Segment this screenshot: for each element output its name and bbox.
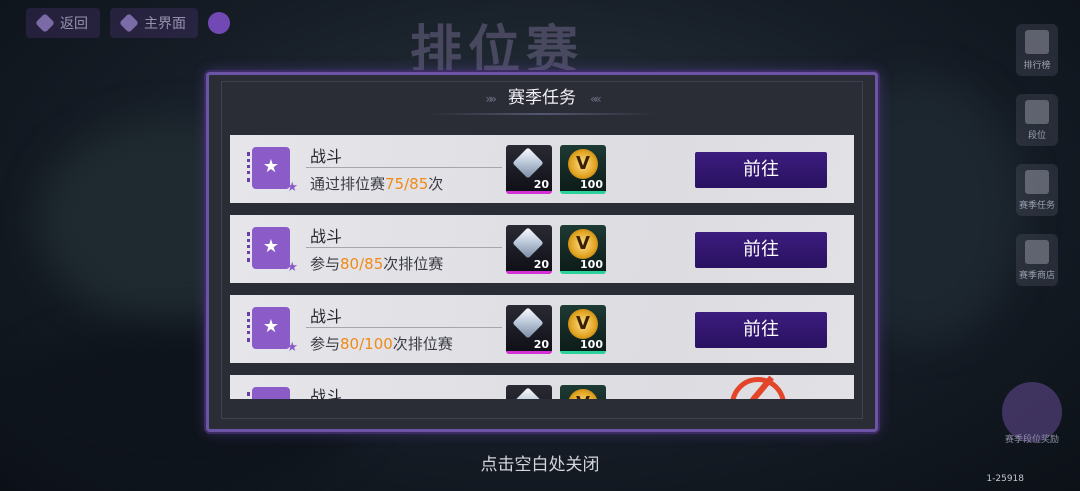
task-desc-prefix: 通过排位赛 [310,175,386,193]
task-description: 参与80/100次排位赛 [310,333,453,354]
medal-reward-count: 100 [580,258,603,271]
task-desc-suffix: 次排位赛 [392,335,453,353]
version-label: 1-25918 [986,474,1024,484]
task-desc-prefix: 参与 [310,335,341,353]
medal-reward-count: 100 [580,178,603,191]
modal-title-text: 赛季任务 [508,88,576,108]
task-divider [306,247,502,248]
task-progress: 75/85 [385,175,429,193]
diamond-reward-count: 20 [533,178,549,191]
diamond-reward[interactable]: 20 [506,305,552,354]
season-tasks-modal: »» 赛季任务 «« ★ ★ 战斗 通过排位赛75/85次 20 V 100 前往 ★ ★… [206,72,878,432]
back-button[interactable]: 返回 [26,8,100,38]
ranking-icon [1025,30,1049,54]
task-description: 参与80/85次排位赛 [310,253,443,274]
diamond-icon [512,387,544,399]
cart-icon [1025,240,1049,264]
task-name: 战斗 [310,307,343,326]
task-name: 战斗 [310,227,343,246]
season-shop-button[interactable]: 赛季商店 [1016,234,1058,286]
task-book-icon: ★ ★ [247,307,298,355]
rank-tier-label: 段位 [1027,131,1046,141]
diamond-reward[interactable]: 20 [506,225,552,274]
rank-tier-button[interactable]: 段位 [1016,94,1058,146]
task-row: ★ ★ 战斗 通过排位赛75/85次 20 V 100 前往 [230,135,854,203]
season-tasks-side-label: 赛季任务 [1018,201,1055,211]
title-divider [429,113,655,115]
main-menu-button[interactable]: 主界面 [110,8,198,38]
task-book-icon: ★ ★ [247,227,298,275]
medal-reward[interactable]: V [560,385,606,399]
back-arrow-icon [35,13,55,33]
main-menu-label: 主界面 [144,16,186,32]
diamond-reward-count: 20 [533,258,549,271]
diamond-icon [512,227,544,259]
goto-button[interactable]: 前往 [695,152,827,188]
task-list[interactable]: ★ ★ 战斗 通过排位赛75/85次 20 V 100 前往 ★ ★ 战斗 参与80/… [230,135,854,399]
task-name: 战斗 [310,147,343,166]
diamond-reward[interactable] [506,385,552,399]
season-tasks-side-button[interactable]: 赛季任务 [1016,164,1058,216]
card-icon [1025,170,1049,194]
task-divider [306,327,502,328]
diamond-reward-count: 20 [533,338,549,351]
task-divider [306,167,502,168]
diamond-icon [512,147,544,179]
task-description: 通过排位赛75/85次 [310,173,443,194]
task-progress: 80/100 [340,335,393,353]
currency-gem-icon[interactable] [208,12,230,34]
goto-button[interactable]: 前往 [695,232,827,268]
goto-button[interactable]: 前往 [695,312,827,348]
back-label: 返回 [60,16,88,32]
task-name: 战斗 [310,387,343,399]
task-desc-suffix: 次 [428,175,444,193]
chevron-left-decor-icon: «« [590,92,602,106]
task-book-icon: ★ ★ [247,147,298,195]
season-reward-label: 赛季段位奖励 [1004,435,1059,445]
diamond-reward[interactable]: 20 [506,145,552,194]
season-shop-label: 赛季商店 [1018,271,1055,281]
home-icon [119,13,139,33]
medal-reward-count: 100 [580,338,603,351]
modal-title: »» 赛季任务 «« [209,83,875,108]
task-row: ★ ★ 战斗 参与80/100次排位赛 20 V 100 前往 [230,295,854,363]
task-progress: 80/85 [340,255,384,273]
task-desc-prefix: 参与 [310,255,341,273]
medal-reward[interactable]: V 100 [560,225,606,274]
top-bar: 返回 主界面 [0,0,356,46]
medal-reward[interactable]: V 100 [560,305,606,354]
medal-icon: V [568,309,598,339]
medal-icon: V [568,149,598,179]
task-row: ★ ★ 战斗 参与80/85次排位赛 20 V 100 前往 [230,215,854,283]
shield-icon [1025,100,1049,124]
medal-reward[interactable]: V 100 [560,145,606,194]
chevron-right-decor-icon: »» [485,92,497,106]
close-hint[interactable]: 点击空白处关闭 [0,450,1080,475]
diamond-icon [512,307,544,339]
medal-icon: V [568,229,598,259]
task-row: ★ 战斗 V [230,375,854,399]
medal-icon: V [568,389,598,399]
task-desc-suffix: 次排位赛 [383,255,444,273]
ranking-label: 排行榜 [1023,61,1051,71]
ranking-button[interactable]: 排行榜 [1016,24,1058,76]
completed-stamp-icon [730,377,786,399]
task-book-icon: ★ [247,387,290,399]
